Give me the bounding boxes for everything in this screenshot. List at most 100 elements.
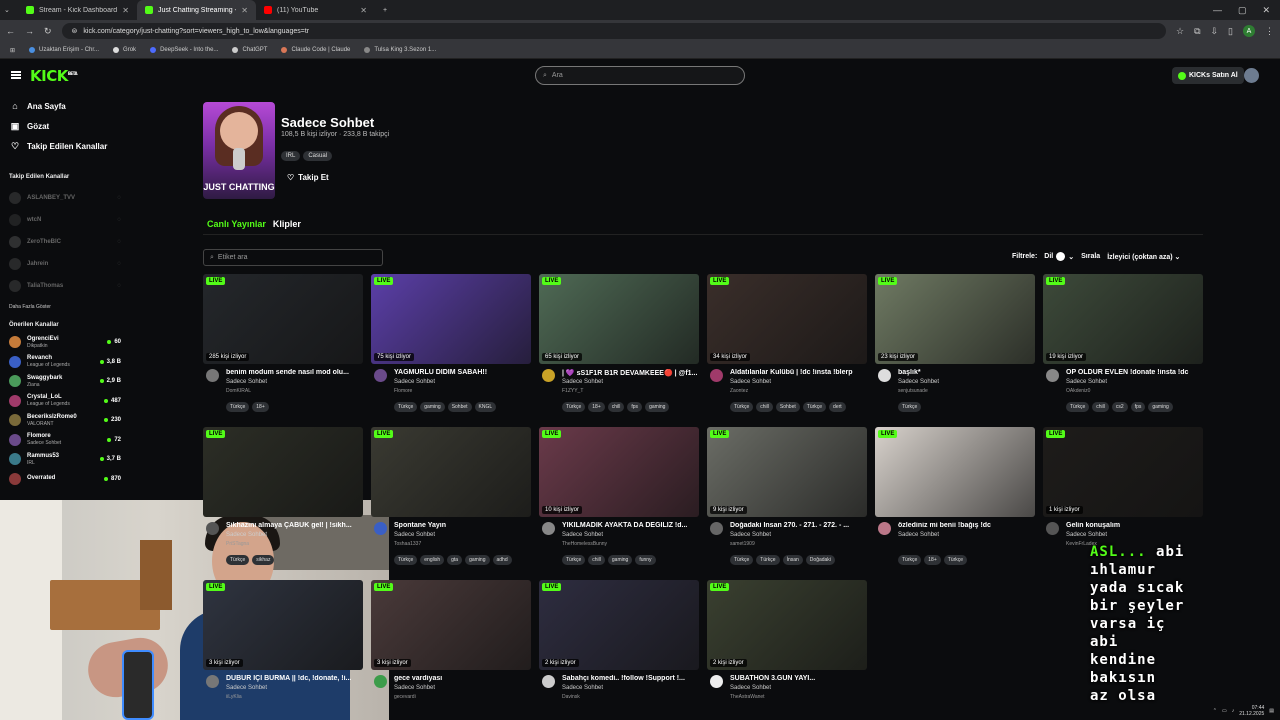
recommended-channel[interactable]: Swaggybark Ziana 2,9 B bbox=[9, 372, 121, 390]
stream-card[interactable]: LIVE 285 kişi izliyor benim modum sende na… bbox=[203, 274, 363, 412]
stream-card[interactable]: LIVE 1 kişi izliyor Gelin konuşalım Sadece … bbox=[1043, 427, 1203, 565]
channel-avatar[interactable] bbox=[542, 369, 555, 382]
recommended-channel[interactable]: Rammus53 IRL 3,7 B bbox=[9, 450, 121, 468]
tag-casual[interactable]: Casual bbox=[303, 151, 333, 161]
stream-category[interactable]: Sadece Sohbet bbox=[562, 685, 603, 691]
sidebar-item-compass[interactable]: ▣ Gözat bbox=[10, 121, 50, 132]
followed-channel[interactable]: ASLANBEY_TVV ◌ bbox=[9, 189, 121, 207]
browser-tab-kick-dashboard[interactable]: Stream - Kick Dashboard ✕ bbox=[18, 0, 137, 20]
stream-tag[interactable]: english bbox=[420, 555, 445, 565]
stream-thumbnail[interactable]: LIVE 10 kişi izliyor bbox=[539, 427, 699, 517]
channel-name[interactable]: PriSTagna bbox=[226, 541, 249, 547]
stream-tag[interactable]: gaming bbox=[1148, 402, 1173, 412]
channel-name[interactable]: F1ZYY_T bbox=[562, 388, 583, 394]
url-field[interactable]: ⊜ kick.com/category/just-chatting?sort=vi… bbox=[61, 23, 1166, 39]
stream-tag[interactable]: Türkçe bbox=[562, 555, 586, 565]
stream-title[interactable]: Spontane Yayın bbox=[394, 522, 529, 529]
stream-tag[interactable]: Türkçe bbox=[730, 402, 754, 412]
user-avatar[interactable] bbox=[1244, 68, 1259, 83]
channel-name[interactable]: gecevardi bbox=[394, 694, 416, 700]
browser-tab-youtube[interactable]: (11) YouTube ✕ bbox=[256, 0, 375, 20]
stream-tag[interactable]: sikhaz bbox=[252, 555, 275, 565]
recommended-channel[interactable]: Revanch League of Legends 3,8 B bbox=[9, 353, 121, 371]
followed-channel[interactable]: Jahrein ◌ bbox=[9, 255, 121, 273]
followed-channel[interactable]: TaliaThomas ◌ bbox=[9, 277, 121, 295]
stream-category[interactable]: Sadece Sohbet bbox=[394, 532, 435, 538]
stream-card[interactable]: LIVE özlediniz mi benii !bağış !dc Sadece … bbox=[875, 427, 1035, 565]
stream-tag[interactable]: cs2 bbox=[1111, 402, 1128, 412]
channel-avatar[interactable] bbox=[710, 369, 723, 382]
followed-channel[interactable]: wtcN ◌ bbox=[9, 211, 121, 229]
stream-thumbnail[interactable]: LIVE 2 kişi izliyor bbox=[707, 580, 867, 670]
stream-tag[interactable]: Türkçe bbox=[898, 555, 922, 565]
stream-tag[interactable]: Türkçe bbox=[394, 555, 418, 565]
channel-avatar[interactable] bbox=[878, 369, 891, 382]
close-icon[interactable]: ✕ bbox=[360, 6, 367, 15]
tab-clips[interactable]: Klipler bbox=[273, 219, 301, 229]
stream-tag[interactable]: Doğadaki bbox=[805, 555, 835, 565]
stream-thumbnail[interactable]: LIVE 23 kişi izliyor bbox=[875, 274, 1035, 364]
stream-tag[interactable]: KNGL bbox=[474, 402, 497, 412]
recommended-channel[interactable]: BecerikslzRome0 VALORANT 230 bbox=[9, 411, 121, 429]
follow-button[interactable]: ♡ Takip Et bbox=[281, 169, 335, 185]
stream-thumbnail[interactable]: LIVE 3 kişi izliyor bbox=[203, 580, 363, 670]
stream-card[interactable]: LIVE 65 kişi izliyor | 💜 sS1F1R B1R DEVAMK… bbox=[539, 274, 699, 412]
stream-tag[interactable]: gaming bbox=[645, 402, 670, 412]
stream-tag[interactable]: chill bbox=[756, 402, 773, 412]
stream-tag[interactable]: 18+ bbox=[924, 555, 941, 565]
stream-tag[interactable]: gta bbox=[447, 555, 463, 565]
stream-category[interactable]: Sadece Sohbet bbox=[394, 685, 435, 691]
stream-thumbnail[interactable]: LIVE 65 kişi izliyor bbox=[539, 274, 699, 364]
stream-tag[interactable]: chill bbox=[607, 402, 625, 412]
hamburger-menu-icon[interactable] bbox=[11, 71, 21, 79]
stream-title[interactable]: özlediniz mi benii !bağış !dc bbox=[898, 522, 1033, 529]
channel-avatar[interactable] bbox=[206, 675, 219, 688]
bookmark-item[interactable]: DeepSeek - Into the... bbox=[150, 47, 218, 53]
stream-thumbnail[interactable]: LIVE bbox=[371, 427, 531, 517]
back-icon[interactable]: ← bbox=[6, 26, 15, 36]
stream-card[interactable]: LIVE 9 kişi izliyor Doğadaki İnsan 270. - … bbox=[707, 427, 867, 565]
stream-card[interactable]: LIVE 19 kişi izliyor ÖP ÖLDÜR EVLEN !donat… bbox=[1043, 274, 1203, 412]
stream-tag[interactable]: Sohbet bbox=[447, 402, 472, 412]
recommended-channel[interactable]: Crystal_LoL League of Legends 487 bbox=[9, 392, 121, 410]
stream-tag[interactable]: chill bbox=[588, 555, 605, 565]
stream-thumbnail[interactable]: LIVE 2 kişi izliyor bbox=[539, 580, 699, 670]
network-icon[interactable]: ▭ bbox=[1222, 708, 1227, 714]
stream-card[interactable]: LIVE 2 kişi izliyor Sabahçı komedi.. !foll… bbox=[539, 580, 699, 718]
stream-title[interactable]: ÖP ÖLDÜR EVLEN !donate !insta !dc bbox=[1066, 369, 1201, 376]
stream-tag[interactable]: gaming bbox=[465, 555, 490, 565]
stream-tag[interactable]: gaming bbox=[420, 402, 445, 412]
stream-title[interactable]: Gelin konuşalım bbox=[1066, 522, 1201, 529]
close-window-icon[interactable]: ✕ bbox=[1262, 5, 1270, 16]
stream-tag[interactable]: Türkçe bbox=[1066, 402, 1090, 412]
stream-tag[interactable]: dert bbox=[829, 402, 846, 412]
stream-title[interactable]: YIKILMADIK AYAKTA DA DEĞİLİZ !d... bbox=[562, 522, 697, 529]
stream-category[interactable]: Sadece Sohbet bbox=[226, 532, 267, 538]
minimize-icon[interactable]: — bbox=[1213, 5, 1222, 16]
stream-tag[interactable]: Türkçe bbox=[394, 402, 418, 412]
channel-name[interactable]: Flomore bbox=[394, 388, 412, 394]
stream-card[interactable]: LIVE 75 kişi izliyor YAĞMURLU DİDİM SABAH!… bbox=[371, 274, 531, 412]
recommended-channel[interactable]: Flomore Sadece Sohbet 72 bbox=[9, 431, 121, 449]
channel-avatar[interactable] bbox=[710, 675, 723, 688]
stream-thumbnail[interactable]: LIVE 3 kişi izliyor bbox=[371, 580, 531, 670]
forward-icon[interactable]: → bbox=[25, 26, 34, 36]
kick-logo[interactable]: KICKBETA bbox=[30, 67, 78, 85]
channel-name[interactable]: Davinsk bbox=[562, 694, 580, 700]
stream-category[interactable]: Sadece Sohbet bbox=[1066, 532, 1107, 538]
stream-tag[interactable]: fps bbox=[627, 402, 643, 412]
stream-tag[interactable]: Türkçe bbox=[226, 402, 250, 412]
channel-name[interactable]: TheAstraWanet bbox=[730, 694, 765, 700]
stream-title[interactable]: başlık* bbox=[898, 369, 1033, 376]
bookmark-item[interactable]: Uzaktan Erişim - Chr... bbox=[29, 47, 99, 53]
channel-avatar[interactable] bbox=[374, 522, 387, 535]
stream-card[interactable]: LIVE Spontane Yayın Sadece Sohbet Toshaa133… bbox=[371, 427, 531, 565]
stream-tag[interactable]: chill bbox=[1092, 402, 1109, 412]
menu-icon[interactable]: ⋮ bbox=[1265, 26, 1274, 37]
channel-avatar[interactable] bbox=[374, 369, 387, 382]
channel-avatar[interactable] bbox=[710, 522, 723, 535]
channel-avatar[interactable] bbox=[1046, 369, 1059, 382]
close-icon[interactable]: ✕ bbox=[241, 6, 248, 15]
stream-title[interactable]: benim modum sende nasıl mod olu... bbox=[226, 369, 361, 376]
stream-title[interactable]: Sabahçı komedi.. !follow !Support !... bbox=[562, 675, 697, 682]
